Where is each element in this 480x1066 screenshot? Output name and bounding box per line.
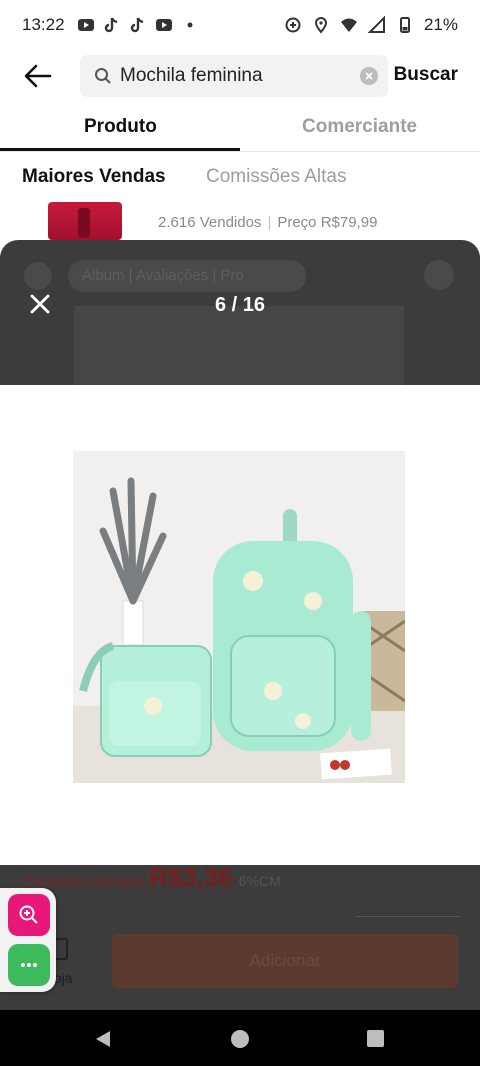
zoom-in-icon bbox=[19, 905, 38, 924]
product-photo[interactable] bbox=[73, 451, 405, 783]
sort-tabs: Maiores Vendas Comissões Altas bbox=[0, 160, 480, 192]
search-input[interactable]: Mochila feminina bbox=[80, 55, 388, 97]
blurred-product-image bbox=[74, 306, 404, 385]
search-header: Mochila feminina Buscar bbox=[0, 52, 480, 98]
image-counter: 6 / 16 bbox=[214, 294, 266, 316]
dot-icon bbox=[187, 22, 193, 28]
system-nav-bar bbox=[0, 1010, 480, 1066]
notification-icons bbox=[77, 16, 199, 34]
divider bbox=[356, 916, 460, 917]
search-query: Mochila feminina bbox=[120, 65, 263, 86]
tiktok-icon bbox=[130, 17, 143, 33]
commission-row: Comissão estimada R$3,36 6%CM bbox=[22, 862, 281, 893]
product-stats: 2.616 Vendidos | Preço R$79,99 bbox=[158, 214, 378, 231]
search-submit-button[interactable]: Buscar bbox=[394, 64, 458, 86]
clear-icon[interactable] bbox=[360, 67, 378, 85]
status-bar: 13:22 21% bbox=[0, 0, 480, 50]
nav-back-icon[interactable] bbox=[94, 1030, 112, 1048]
commission-percent: 6%CM bbox=[238, 873, 281, 889]
battery-icon bbox=[399, 17, 410, 33]
back-arrow-icon[interactable] bbox=[22, 60, 54, 92]
signal-icon bbox=[367, 16, 385, 33]
status-time: 13:22 bbox=[22, 15, 65, 34]
more-button[interactable] bbox=[8, 944, 50, 986]
tabs: Produto Comerciante bbox=[0, 104, 480, 152]
blurred-back-icon bbox=[24, 262, 52, 290]
youtube-icon bbox=[155, 19, 172, 31]
tab-maiores-vendas[interactable]: Maiores Vendas bbox=[22, 166, 166, 188]
commission-label: Comissão estimada bbox=[22, 873, 145, 889]
blurred-section-tabs: Álbum | Avaliações | Pro bbox=[68, 260, 306, 292]
tiktok-icon bbox=[104, 17, 117, 33]
location-icon bbox=[314, 17, 327, 34]
tab-comissoes-altas[interactable]: Comissões Altas bbox=[206, 166, 346, 188]
battery-percent: 21% bbox=[423, 15, 458, 34]
tab-comerciante[interactable]: Comerciante bbox=[302, 116, 417, 138]
youtube-icon bbox=[77, 19, 94, 31]
add-button[interactable]: Adicionar bbox=[112, 934, 458, 988]
product-price: Preço R$79,99 bbox=[277, 214, 378, 231]
commission-value: R$3,36 bbox=[148, 862, 233, 892]
image-viewer[interactable] bbox=[0, 385, 480, 865]
wifi-icon bbox=[340, 18, 357, 32]
nav-home-icon[interactable] bbox=[231, 1030, 249, 1048]
product-thumbnail bbox=[48, 202, 122, 240]
divider bbox=[0, 151, 480, 152]
backpack-set-image bbox=[73, 451, 405, 783]
more-dots-icon bbox=[21, 963, 37, 967]
data-saver-icon bbox=[285, 17, 301, 33]
product-card-peek[interactable]: 2.616 Vendidos | Preço R$79,99 bbox=[0, 202, 480, 242]
zoom-button[interactable] bbox=[8, 894, 50, 936]
sold-count: 2.616 Vendidos bbox=[158, 214, 262, 231]
search-icon bbox=[95, 68, 111, 84]
status-right: 21% bbox=[284, 15, 458, 35]
floating-tools bbox=[0, 888, 56, 992]
blurred-search-icon bbox=[424, 260, 454, 290]
nav-recents-icon[interactable] bbox=[367, 1030, 384, 1047]
tab-produto[interactable]: Produto bbox=[84, 116, 157, 138]
